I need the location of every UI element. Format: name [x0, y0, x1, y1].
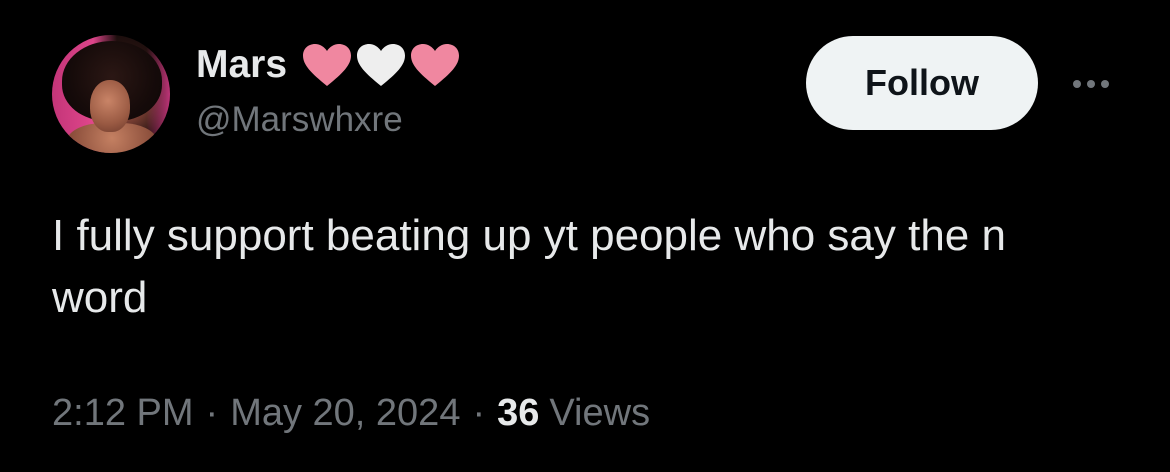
more-dot [1101, 80, 1109, 88]
more-options-icon[interactable] [1066, 72, 1116, 96]
views-label[interactable]: Views [549, 392, 650, 435]
tweet-date[interactable]: May 20, 2024 [230, 392, 460, 435]
tweet-time[interactable]: 2:12 PM [52, 392, 194, 435]
meta-separator: · [472, 392, 486, 434]
views-count[interactable]: 36 [497, 392, 539, 435]
author-display-name[interactable]: Mars [196, 43, 287, 87]
name-emojis [301, 42, 461, 88]
avatar-face [90, 80, 130, 132]
more-dot [1087, 80, 1095, 88]
meta-separator: · [205, 392, 219, 434]
white-heart-icon [355, 42, 407, 88]
pink-heart-icon [409, 42, 461, 88]
follow-button[interactable]: Follow [806, 36, 1038, 130]
tweet-card: Mars @Marswhxre Follow I fully support b… [0, 0, 1170, 472]
tweet-meta: 2:12 PM · May 20, 2024 · 36 Views [52, 392, 650, 435]
author-name-row: Mars [196, 40, 461, 90]
avatar[interactable] [52, 35, 170, 153]
author-handle[interactable]: @Marswhxre [196, 100, 403, 140]
more-dot [1073, 80, 1081, 88]
pink-heart-icon [301, 42, 353, 88]
tweet-text: I fully support beating up yt people who… [52, 211, 1006, 322]
